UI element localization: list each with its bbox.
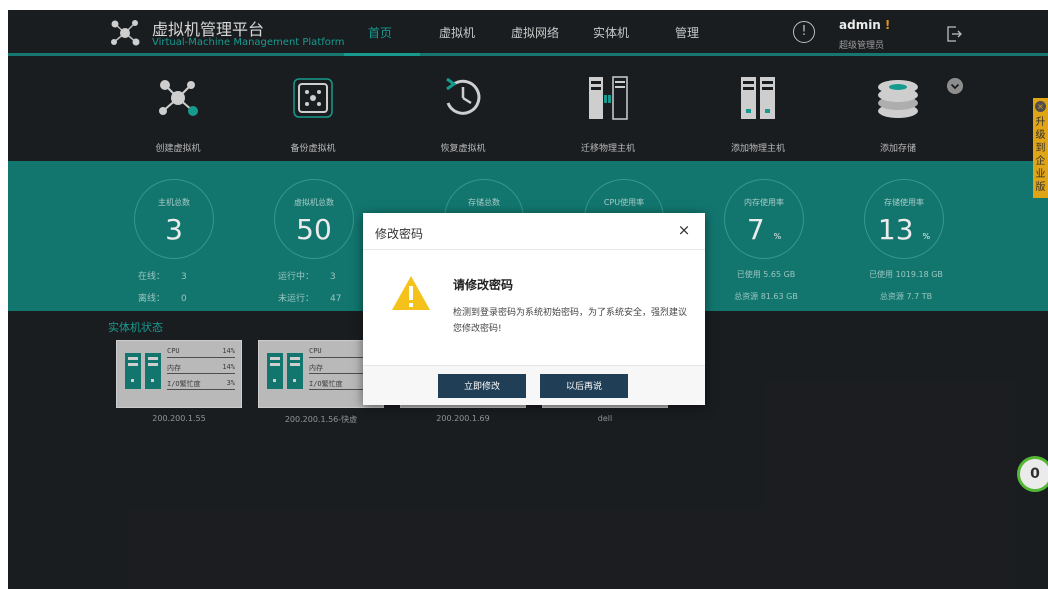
change-password-dialog: 修改密码 × 请修改密码 检测到登录密码为系统初始密码，为了系统安全，强烈建议您… xyxy=(363,213,705,405)
dialog-header: 修改密码 × xyxy=(363,213,705,250)
later-button[interactable]: 以后再说 xyxy=(540,374,628,398)
dialog-heading: 请修改密码 xyxy=(453,278,514,292)
change-now-button[interactable]: 立即修改 xyxy=(438,374,526,398)
dialog-title: 修改密码 xyxy=(375,227,424,241)
warning-icon xyxy=(392,276,430,310)
close-icon[interactable]: × xyxy=(675,221,693,239)
dialog-message: 检测到登录密码为系统初始密码，为了系统安全，强烈建议您修改密码! xyxy=(453,308,688,334)
dialog-footer: 立即修改 以后再说 xyxy=(363,365,705,405)
